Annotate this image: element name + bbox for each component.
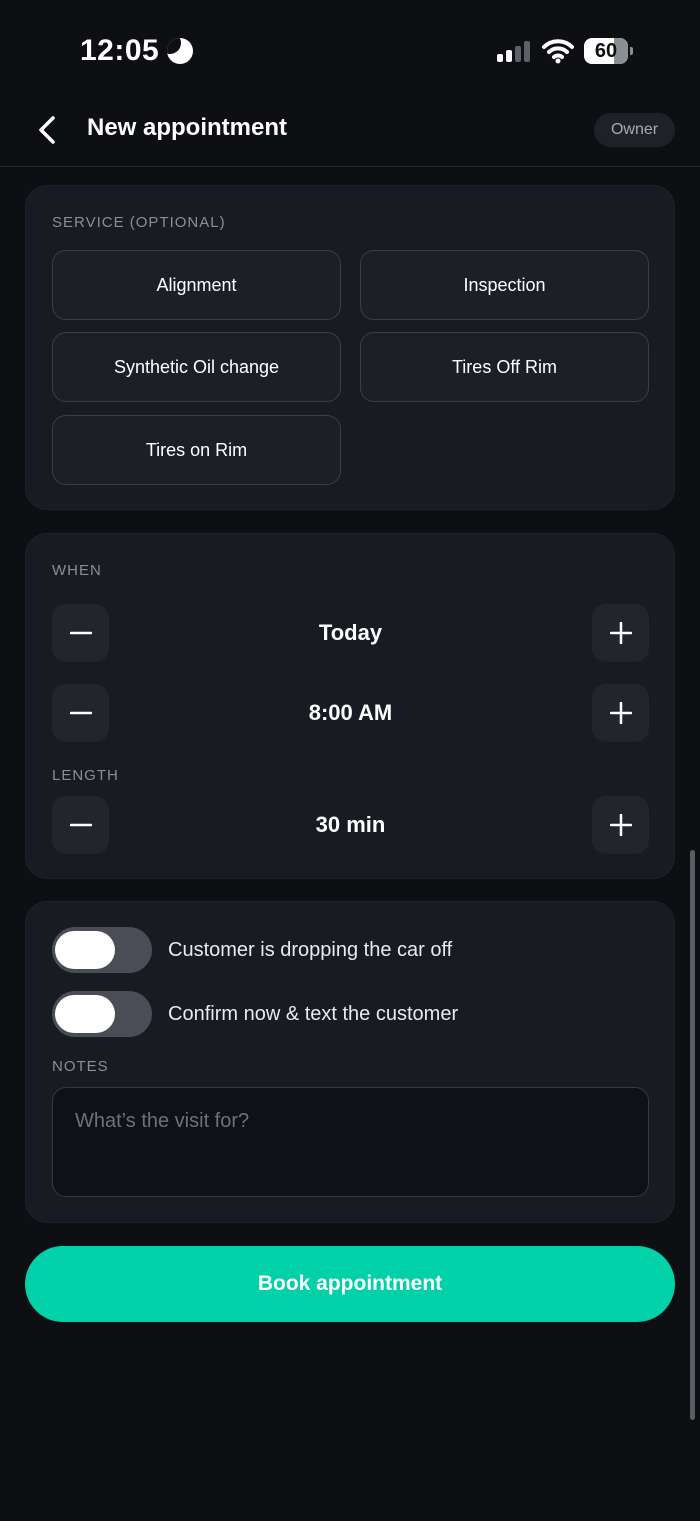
page-title: New appointment xyxy=(87,114,288,141)
confirm-label: Confirm now & text the customer xyxy=(168,1002,459,1025)
drop-off-row: Customer is dropping the car off xyxy=(52,927,452,973)
time-stepper: 8:00 AM xyxy=(52,684,649,742)
schedule-card: WHEN Today 8:00 AM LENGTH 30 min xyxy=(25,533,675,879)
service-option-tires-on-rim[interactable]: Tires on Rim xyxy=(52,415,341,485)
length-label: LENGTH xyxy=(52,767,119,784)
service-option-synthetic-oil-change[interactable]: Synthetic Oil change xyxy=(52,332,341,402)
day-stepper: Today xyxy=(52,604,649,662)
status-bar: 12:05 60 xyxy=(0,0,700,100)
wifi-icon xyxy=(542,39,574,64)
time-decrement-button[interactable] xyxy=(52,684,109,742)
minus-icon xyxy=(69,631,92,635)
status-time: 12:05 xyxy=(80,34,160,67)
battery-icon: 60 xyxy=(584,38,633,64)
service-label: SERVICE (OPTIONAL) xyxy=(52,214,226,231)
minus-icon xyxy=(69,711,92,715)
when-label: WHEN xyxy=(52,562,102,579)
notes-field xyxy=(52,1087,649,1197)
day-increment-button[interactable] xyxy=(592,604,649,662)
time-increment-button[interactable] xyxy=(592,684,649,742)
notes-label: NOTES xyxy=(52,1058,109,1075)
day-value: Today xyxy=(318,620,383,645)
length-value: 30 min xyxy=(315,812,386,837)
notes-input[interactable] xyxy=(53,1088,648,1196)
battery-level: 60 xyxy=(594,39,618,62)
header: New appointment Owner xyxy=(0,100,700,167)
plus-icon xyxy=(609,702,632,724)
time-value: 8:00 AM xyxy=(308,700,393,725)
details-card: Customer is dropping the car off Confirm… xyxy=(25,901,675,1223)
length-stepper: 30 min xyxy=(52,796,649,854)
minus-icon xyxy=(69,823,92,827)
drop-off-label: Customer is dropping the car off xyxy=(168,938,453,961)
service-option-inspection[interactable]: Inspection xyxy=(360,250,649,320)
drop-off-toggle[interactable] xyxy=(52,927,152,973)
status-time-group: 12:05 xyxy=(80,34,194,68)
chevron-left-icon xyxy=(39,116,55,144)
role-badge: Owner xyxy=(594,113,675,147)
length-increment-button[interactable] xyxy=(592,796,649,854)
scrollbar[interactable] xyxy=(690,850,695,1420)
toggle-knob xyxy=(55,931,115,969)
toggle-knob xyxy=(55,995,115,1033)
service-card: SERVICE (OPTIONAL) Alignment Inspection … xyxy=(25,185,675,510)
service-option-tires-off-rim[interactable]: Tires Off Rim xyxy=(360,332,649,402)
confirm-row: Confirm now & text the customer xyxy=(52,991,458,1037)
plus-icon xyxy=(609,814,632,836)
confirm-toggle[interactable] xyxy=(52,991,152,1037)
service-option-alignment[interactable]: Alignment xyxy=(52,250,341,320)
back-button[interactable] xyxy=(30,110,64,150)
moon-icon xyxy=(167,38,194,64)
plus-icon xyxy=(609,622,632,644)
length-decrement-button[interactable] xyxy=(52,796,109,854)
cellular-signal-icon xyxy=(497,41,530,62)
day-decrement-button[interactable] xyxy=(52,604,109,662)
book-appointment-button[interactable]: Book appointment xyxy=(25,1246,675,1322)
